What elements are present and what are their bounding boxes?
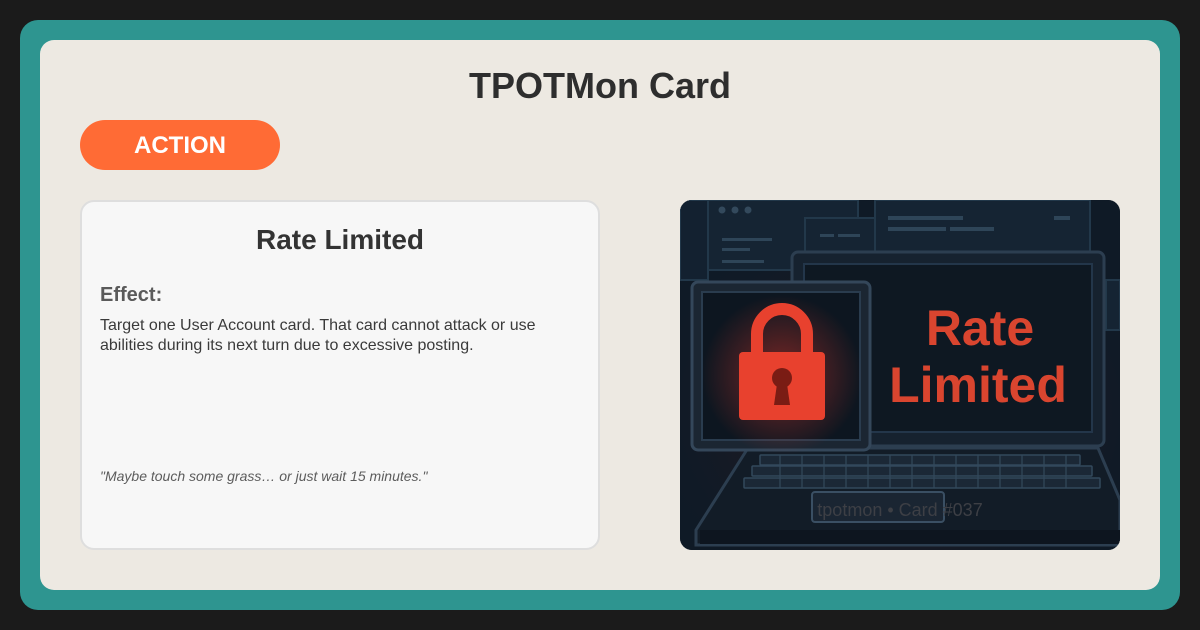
card-text-box: Rate Limited Effect: Target one User Acc… <box>80 200 600 550</box>
screen-text-limited: Limited <box>889 357 1067 413</box>
card-artwork: Rate Limited tpotmon • Card #037 <box>680 200 1120 550</box>
keyboard <box>743 454 1101 489</box>
artwork-illustration: Rate Limited <box>680 200 1120 550</box>
card-frame: TPOTMon Card ACTION Rate Limited Effect:… <box>20 20 1180 610</box>
page-title: TPOTMon Card <box>469 65 731 106</box>
flavor-text: "Maybe touch some grass… or just wait 15… <box>100 468 428 484</box>
card-footer: tpotmon • Card #037 <box>817 500 983 520</box>
screen-text-rate: Rate <box>926 300 1034 356</box>
card-name: Rate Limited <box>255 224 425 255</box>
card-panel: TPOTMon Card ACTION Rate Limited Effect:… <box>40 40 1160 590</box>
effect-text: Target one User Account card. That card … <box>100 317 536 354</box>
card-type-badge: ACTION <box>80 120 280 170</box>
effect-label: Effect: <box>100 284 163 306</box>
